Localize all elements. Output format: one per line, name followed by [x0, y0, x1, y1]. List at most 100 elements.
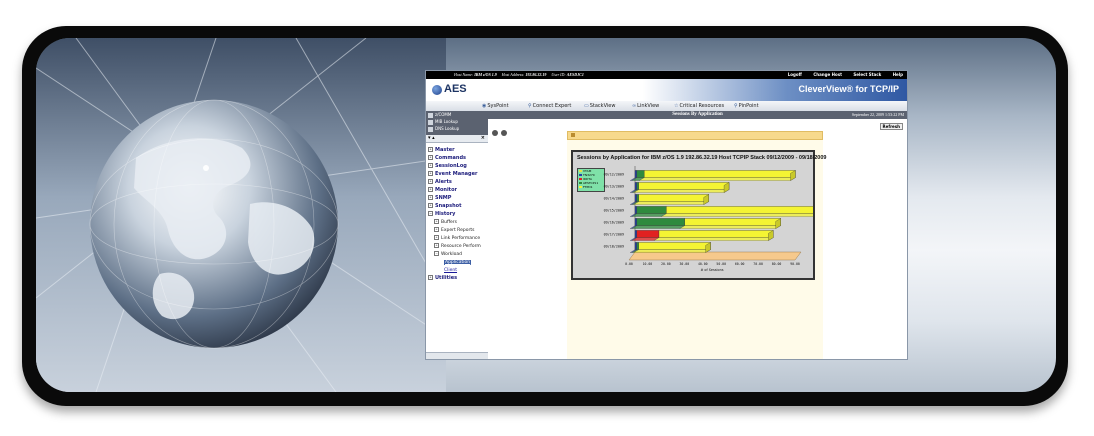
y-tick-label: 09/18/2009: [604, 244, 624, 248]
sidebar-scrollbar[interactable]: [426, 352, 488, 359]
collapse-icon: −: [428, 211, 433, 216]
top-status-bar: Host Name: IBM z/OS 1.9 Host Address: 19…: [426, 71, 907, 79]
tree-controls: ▾ ▴ ×: [426, 135, 488, 143]
dns-lookup-link[interactable]: DNS Lookup: [428, 126, 459, 132]
logo-text: AES: [444, 83, 467, 95]
expand-icon: +: [434, 219, 439, 224]
tree-label: Buffers: [441, 220, 458, 225]
stackview-button[interactable]: ▭StackView: [584, 101, 615, 111]
logo-globe-icon: [432, 85, 442, 95]
tree-label: Expert Reports: [441, 228, 475, 233]
dns-icon: [428, 126, 433, 132]
close-icon[interactable]: ×: [481, 135, 485, 142]
bar-segment: [636, 182, 639, 190]
page-title: Sessions By Application: [672, 112, 723, 117]
tree-item-snmp[interactable]: + SNMP: [428, 195, 451, 201]
expand-icon: +: [434, 243, 439, 248]
bar-segment: [636, 206, 667, 214]
magnifier-icon: ⚲: [734, 103, 738, 109]
tree-item-link-performance[interactable]: + Link Performance: [434, 235, 480, 241]
tree-label: Commands: [435, 155, 467, 161]
tree-item-client[interactable]: Client: [444, 267, 457, 273]
syspoint-button[interactable]: ◉SysPoint: [482, 101, 509, 111]
x-tick-label: 90.00: [790, 262, 800, 266]
report-panel-header: [567, 131, 823, 140]
tree-item-sessionlog[interactable]: + SessionLog: [428, 163, 467, 169]
star-icon: ☆: [674, 103, 679, 109]
tree-item-application[interactable]: Application: [444, 259, 472, 265]
collapse-icon: −: [434, 251, 439, 256]
tree-item-expert-reports[interactable]: + Expert Reports: [434, 227, 474, 233]
zcomm-label: z/COMM: [435, 112, 452, 117]
expand-icon: +: [434, 227, 439, 232]
bar-depth: [633, 201, 710, 205]
connect-expert-button[interactable]: ⚲Connect Expert: [528, 101, 571, 111]
chart-floor: [628, 251, 802, 261]
tree-label: Resource Perform: [441, 244, 481, 249]
tree-label: Snapshot: [435, 203, 462, 209]
bar-segment: [634, 218, 638, 226]
tree-item-event-manager[interactable]: + Event Manager: [428, 171, 477, 177]
main-content: Refresh Sessions by Application for IBM …: [488, 119, 907, 359]
bar-depth: [631, 225, 686, 229]
tree-label: Alerts: [435, 179, 452, 185]
host-address-value: 192.86.32.19: [525, 72, 547, 77]
help-link[interactable]: Help: [893, 72, 903, 77]
top-links: Logoff Change Host Select Stack Help: [778, 71, 903, 79]
bar-segment: [636, 242, 639, 250]
bar-segment: [636, 194, 639, 202]
y-tick-label: 09/16/2009: [604, 220, 624, 224]
tree-label: Workload: [441, 252, 463, 257]
refresh-button[interactable]: Refresh: [879, 123, 903, 130]
y-tick-label: 09/15/2009: [604, 208, 624, 212]
tree-item-utilities[interactable]: + Utilities: [428, 275, 457, 281]
tree-item-workload[interactable]: − Workload: [434, 251, 462, 257]
app-window: Host Name: IBM z/OS 1.9 Host Address: 19…: [425, 70, 908, 360]
dns-label: DNS Lookup: [435, 126, 460, 131]
stackview-label: StackView: [589, 103, 616, 109]
tree-label: Master: [435, 147, 455, 153]
tree-item-history[interactable]: − History: [428, 211, 455, 217]
x-tick-label: 30.00: [680, 262, 690, 266]
logoff-link[interactable]: Logoff: [788, 72, 802, 77]
product-name: CleverView® for TCP/IP: [798, 84, 900, 94]
bar-depth: [653, 237, 774, 241]
zcomm-icon: [428, 112, 433, 118]
collapse-arrows-icon[interactable]: ▾ ▴: [428, 135, 435, 142]
x-axis-label: # of Sessions: [701, 268, 724, 272]
tree-label: Application: [444, 260, 472, 265]
tree-item-resource-perform[interactable]: + Resource Perform: [434, 243, 481, 249]
forward-icon[interactable]: [501, 130, 507, 136]
tree-item-buffers[interactable]: + Buffers: [434, 219, 457, 225]
report-icon: [571, 133, 575, 137]
host-name-label: Host Name:: [454, 72, 474, 77]
mib-lookup-link[interactable]: MIB Lookup: [428, 119, 458, 125]
select-stack-link[interactable]: Select Stack: [853, 72, 881, 77]
tree-item-monitor[interactable]: + Monitor: [428, 187, 457, 193]
expand-icon: +: [428, 163, 433, 168]
x-tick-label: 50.00: [716, 262, 726, 266]
bar-segment: [634, 230, 638, 238]
tree-label: Client: [444, 268, 458, 273]
tree-item-alerts[interactable]: + Alerts: [428, 179, 452, 185]
change-host-link[interactable]: Change Host: [813, 72, 842, 77]
mib-label: MIB Lookup: [435, 119, 458, 124]
back-icon[interactable]: [492, 130, 498, 136]
linkview-button[interactable]: ∞LinkView: [632, 101, 659, 111]
user-id-value: AESDJC1: [566, 72, 584, 77]
expand-icon: +: [428, 195, 433, 200]
y-tick-label: 09/14/2009: [604, 196, 624, 200]
tree-item-master[interactable]: + Master: [428, 147, 455, 153]
tree-label: SNMP: [435, 195, 452, 201]
bar-segment: [634, 194, 638, 202]
tree-item-commands[interactable]: + Commands: [428, 155, 466, 161]
bar-segment: [644, 170, 796, 178]
expand-icon: +: [428, 147, 433, 152]
tree-item-snapshot[interactable]: + Snapshot: [428, 203, 461, 209]
zcomm-link[interactable]: z/COMM: [428, 112, 451, 118]
pinpoint-button[interactable]: ⚲PinPoint: [734, 101, 759, 111]
bar-segment: [636, 170, 645, 178]
critical-resources-button[interactable]: ☆Critical Resources: [674, 101, 724, 111]
mib-icon: [428, 119, 433, 125]
x-tick-label: 40.00: [698, 262, 708, 266]
